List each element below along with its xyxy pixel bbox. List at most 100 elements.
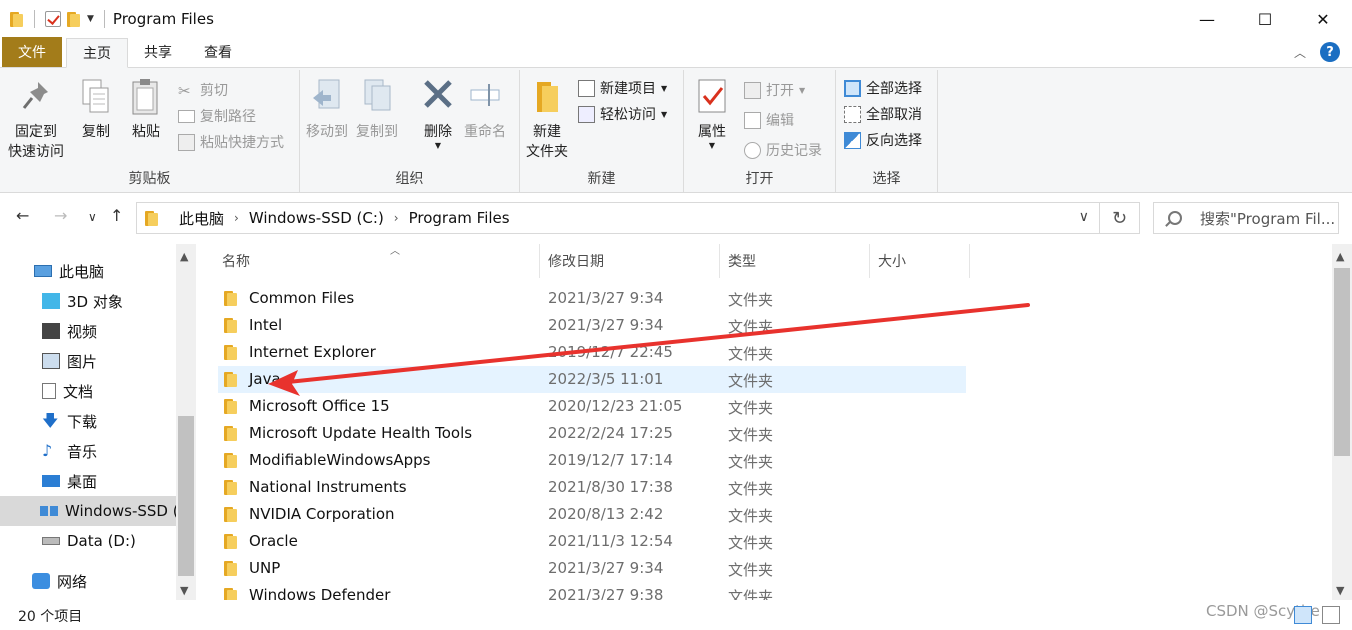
nav-item-label: 音乐 [67, 442, 98, 461]
cut-button[interactable]: ✂ 剪切 [178, 80, 228, 100]
scroll-up-icon[interactable]: ▲ [1336, 250, 1344, 263]
delete-button[interactable]: 删除 ▼ [420, 76, 456, 150]
nav-item-3d-objects[interactable]: 3D 对象 [0, 286, 176, 316]
scroll-down-icon[interactable]: ▼ [180, 584, 188, 597]
breadcrumb-separator-icon[interactable]: › [394, 211, 399, 225]
address-history-chevron-icon[interactable]: ∨ [1079, 209, 1089, 225]
properties-button[interactable]: 属性 ▼ [694, 76, 730, 150]
paste-shortcut-icon [178, 133, 195, 151]
new-item-button[interactable]: 新建项目 ▼ [578, 78, 667, 98]
paste-shortcut-button[interactable]: 粘贴快捷方式 [178, 132, 284, 152]
scroll-up-icon[interactable]: ▲ [180, 250, 188, 263]
nav-item-windows-ssd[interactable]: Windows-SSD ( [0, 496, 176, 526]
nav-item-label: 图片 [67, 352, 98, 371]
select-all-button[interactable]: 全部选择 [844, 78, 922, 98]
nav-item-label: 桌面 [67, 472, 98, 491]
copy-button[interactable]: 复制 [78, 76, 114, 142]
file-name: Oracle [249, 532, 298, 550]
properties-check-icon[interactable] [45, 11, 61, 27]
folder-icon [10, 11, 24, 28]
delete-x-icon [424, 80, 452, 108]
collapse-ribbon-icon[interactable]: ︿ [1294, 44, 1306, 61]
refresh-button[interactable]: ↻ [1100, 202, 1140, 234]
column-header-date[interactable]: 修改日期 [540, 244, 720, 278]
file-type: 文件夹 [728, 318, 774, 336]
easy-access-button[interactable]: 轻松访问 ▼ [578, 104, 667, 124]
table-row[interactable]: Oracle 2021/11/3 12:54 文件夹 [218, 528, 966, 555]
nav-item-music[interactable]: ♪ 音乐 [0, 436, 176, 466]
table-row[interactable]: Common Files 2021/3/27 9:34 文件夹 [218, 285, 966, 312]
recent-locations-chevron-icon[interactable]: ∨ [88, 210, 97, 224]
table-row-java[interactable]: Java 2022/3/5 11:01 文件夹 [218, 366, 966, 393]
back-arrow-icon[interactable]: ← [16, 206, 29, 225]
table-row[interactable]: National Instruments 2021/8/30 17:38 文件夹 [218, 474, 966, 501]
copy-to-button[interactable]: 复制到 [356, 76, 398, 142]
breadcrumb-drive[interactable]: Windows-SSD (C:) [249, 209, 384, 227]
maximize-button[interactable]: ☐ [1236, 0, 1294, 38]
nav-item-pictures[interactable]: 图片 [0, 346, 176, 376]
search-input[interactable]: 搜索"Program Fil... [1153, 202, 1339, 234]
column-header-type[interactable]: 类型 [720, 244, 870, 278]
address-bar[interactable]: 此电脑 › Windows-SSD (C:) › Program Files ∨ [136, 202, 1100, 234]
large-icons-view-icon[interactable] [1322, 606, 1340, 624]
customize-toolbar-chevron-icon[interactable]: ▼ [87, 14, 94, 24]
column-header-size[interactable]: 大小 [870, 244, 970, 278]
move-to-button[interactable]: 移动到 [306, 76, 348, 142]
open-button[interactable]: 打开 ▼ [744, 80, 805, 100]
nav-pane-scrollbar[interactable]: ▲ ▼ [176, 244, 196, 600]
tab-share[interactable]: 共享 [128, 37, 188, 67]
tab-file[interactable]: 文件 [2, 37, 62, 67]
delete-chevron-icon[interactable]: ▼ [435, 142, 441, 150]
new-folder-button[interactable]: 新建 文件夹 [526, 76, 568, 162]
scroll-down-icon[interactable]: ▼ [1336, 584, 1344, 597]
nav-item-desktop[interactable]: 桌面 [0, 466, 176, 496]
table-row[interactable]: NVIDIA Corporation 2020/8/13 2:42 文件夹 [218, 501, 966, 528]
breadcrumb-separator-icon[interactable]: › [234, 211, 239, 225]
invert-selection-button[interactable]: 反向选择 [844, 130, 922, 150]
table-row[interactable]: Microsoft Update Health Tools 2022/2/24 … [218, 420, 966, 447]
nav-item-downloads[interactable]: 🡇 下载 [0, 406, 176, 436]
copy-path-button[interactable]: 复制路径 [178, 106, 256, 126]
file-name: Microsoft Update Health Tools [249, 424, 473, 442]
cube-icon [42, 293, 60, 309]
nav-item-this-pc[interactable]: 此电脑 [0, 256, 176, 286]
table-row[interactable]: ModifiableWindowsApps 2019/12/7 17:14 文件… [218, 447, 966, 474]
close-button[interactable]: ✕ [1294, 0, 1352, 38]
history-button[interactable]: 历史记录 [744, 140, 822, 160]
file-date: 2021/3/27 9:34 [548, 316, 664, 334]
file-name: Windows Defender [249, 586, 391, 600]
table-row[interactable]: Windows Defender 2021/3/27 9:38 文件夹 [218, 582, 966, 600]
nav-item-videos[interactable]: 视频 [0, 316, 176, 346]
file-list-scroll-thumb[interactable] [1334, 268, 1350, 456]
nav-item-documents[interactable]: 文档 [0, 376, 176, 406]
tab-home[interactable]: 主页 [66, 38, 128, 68]
help-icon[interactable]: ? [1320, 42, 1340, 62]
pin-quick-access-button[interactable]: 固定到 快速访问 [8, 76, 64, 162]
breadcrumb-this-pc[interactable]: 此电脑 [179, 208, 224, 229]
easy-access-chevron-icon: ▼ [661, 109, 668, 119]
details-view-icon[interactable] [1294, 606, 1312, 624]
nav-scroll-thumb[interactable] [178, 416, 194, 576]
breadcrumb-program-files[interactable]: Program Files [409, 209, 510, 227]
table-row[interactable]: UNP 2021/3/27 9:34 文件夹 [218, 555, 966, 582]
up-arrow-icon[interactable]: ↑ [110, 206, 123, 225]
column-header-name[interactable]: 名称 ︿ [214, 244, 540, 278]
nav-item-network[interactable]: 网络 [0, 566, 176, 596]
minimize-button[interactable]: — [1178, 0, 1236, 38]
folder-icon [224, 506, 238, 523]
forward-arrow-icon[interactable]: → [54, 206, 67, 225]
properties-chevron-icon[interactable]: ▼ [709, 142, 715, 150]
tab-view[interactable]: 查看 [188, 37, 248, 67]
table-row[interactable]: Microsoft Office 15 2020/12/23 21:05 文件夹 [218, 393, 966, 420]
paste-button[interactable]: 粘贴 [128, 76, 164, 142]
new-folder-icon[interactable] [67, 11, 81, 28]
invert-selection-label: 反向选择 [866, 133, 922, 149]
properties-icon [698, 79, 726, 113]
table-row[interactable]: Internet Explorer 2019/12/7 22:45 文件夹 [218, 339, 966, 366]
rename-button[interactable]: 重命名 [464, 76, 506, 142]
nav-item-data-drive[interactable]: Data (D:) [0, 526, 176, 556]
edit-button[interactable]: 编辑 [744, 110, 794, 130]
select-none-button[interactable]: 全部取消 [844, 104, 922, 124]
file-list-scrollbar[interactable]: ▲ ▼ [1332, 244, 1352, 600]
table-row[interactable]: Intel 2021/3/27 9:34 文件夹 [218, 312, 966, 339]
